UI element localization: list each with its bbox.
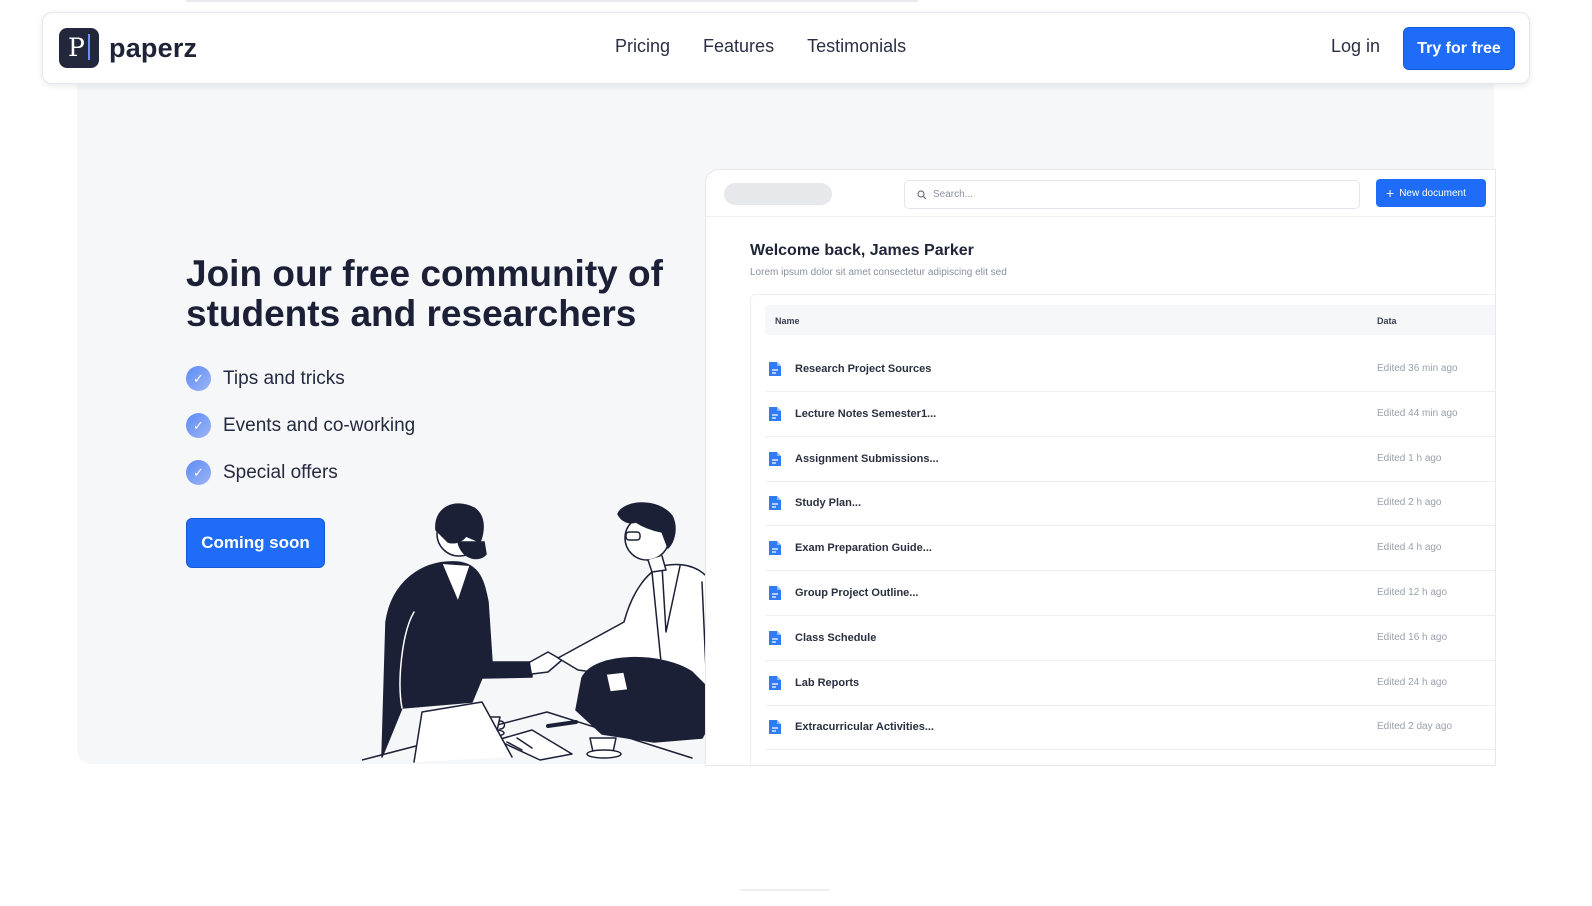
check-icon: ✓	[186, 413, 211, 438]
table-header: Name Data	[765, 305, 1495, 335]
document-icon	[769, 720, 781, 735]
feature-list: ✓ Tips and tricks ✓ Events and co-workin…	[186, 355, 415, 496]
document-edited: Edited 4 h ago	[1377, 542, 1442, 554]
table-row[interactable]: Exam Preparation Guide... Edited 4 h ago	[765, 526, 1495, 572]
nav-link-features[interactable]: Features	[703, 36, 774, 57]
feature-item: ✓ Events and co-working	[186, 402, 415, 449]
document-edited: Edited 36 min ago	[1377, 363, 1458, 374]
logo-cursor	[88, 34, 90, 60]
new-document-label: New document	[1399, 187, 1466, 199]
document-edited: Edited 24 h ago	[1377, 676, 1448, 688]
document-name: Study Plan...	[795, 497, 862, 510]
table-row[interactable]: Assignment Submissions... Edited 1 h ago	[765, 437, 1495, 482]
top-divider	[186, 0, 918, 2]
column-data: Data	[1377, 316, 1397, 326]
nav-link-pricing[interactable]: Pricing	[615, 36, 670, 57]
document-edited: Edited 44 min ago	[1377, 407, 1458, 419]
try-for-free-button[interactable]: Try for free	[1403, 27, 1515, 70]
table-row[interactable]: Research Project Sources Edited 36 min ag…	[765, 347, 1495, 392]
new-document-button[interactable]: + New document	[1376, 179, 1486, 207]
top-navbar: P paperz Pricing Features Testimonials L…	[42, 12, 1530, 84]
brand-logo[interactable]: P paperz	[59, 28, 197, 68]
column-name: Name	[775, 316, 800, 326]
document-edited: Edited 1 h ago	[1377, 452, 1442, 464]
search-placeholder: Search...	[933, 189, 974, 200]
document-name: Assignment Submissions...	[795, 452, 939, 465]
nav-link-testimonials[interactable]: Testimonials	[807, 36, 906, 57]
table-row[interactable]: Group Project Outline... Edited 12 h ago	[765, 571, 1495, 616]
handshake-illustration	[362, 502, 723, 763]
document-edited: Edited 2 h ago	[1377, 497, 1442, 509]
table-row[interactable]: Class Schedule Edited 16 h ago	[765, 616, 1495, 661]
document-name: Exam Preparation Guide...	[795, 542, 932, 555]
welcome-heading: Welcome back, James Parker	[750, 242, 974, 259]
app-toolbar: Search... + New document	[706, 170, 1495, 217]
document-name: Group Project Outline...	[795, 587, 919, 599]
document-icon	[769, 630, 781, 645]
welcome-subtitle: Lorem ipsum dolor sit amet consectetur a…	[750, 267, 1007, 278]
document-edited: Edited 12 h ago	[1377, 587, 1448, 598]
document-name: Class Schedule	[795, 631, 877, 644]
logo-letter: P	[68, 33, 85, 62]
check-icon: ✓	[186, 366, 211, 391]
plus-icon: +	[1386, 185, 1395, 201]
document-icon	[769, 675, 781, 690]
feature-label: Special offers	[223, 461, 338, 483]
documents-table: Name Data Research Project Sources Edited…	[750, 294, 1495, 765]
search-icon	[917, 189, 927, 199]
feature-label: Tips and tricks	[223, 367, 345, 389]
document-name: Lecture Notes Semester1...	[795, 407, 937, 420]
table-row[interactable]: Study Plan... Edited 2 h ago	[765, 481, 1495, 527]
document-edited: Edited 2 day ago	[1377, 721, 1453, 733]
document-name: Research Project Sources	[795, 363, 932, 375]
document-icon	[769, 541, 781, 556]
document-name: Lab Reports	[795, 676, 860, 689]
search-input[interactable]: Search...	[904, 180, 1360, 209]
hero-title: Join our free community of students and …	[186, 253, 663, 334]
document-edited: Edited 16 h ago	[1377, 631, 1448, 643]
main-nav: Pricing Features Testimonials	[615, 36, 906, 57]
coming-soon-button[interactable]: Coming soon	[186, 518, 325, 568]
login-link[interactable]: Log in	[1331, 36, 1380, 57]
document-icon	[769, 496, 781, 511]
placeholder-pill	[724, 183, 832, 205]
table-row[interactable]: Extracurricular Activities... Edited 2 da…	[765, 705, 1495, 751]
document-icon	[769, 362, 781, 376]
table-row[interactable]: Lecture Notes Semester1... Edited 44 min …	[765, 392, 1495, 437]
document-name: Extracurricular Activities...	[795, 721, 934, 734]
document-icon	[769, 406, 781, 421]
check-icon: ✓	[186, 460, 211, 485]
document-icon	[769, 586, 781, 600]
brand-name: paperz	[109, 32, 198, 63]
feature-label: Events and co-working	[223, 414, 416, 436]
logo-mark-icon: P	[59, 28, 99, 68]
feature-item: ✓ Tips and tricks	[186, 355, 415, 402]
feature-item: ✓ Special offers	[186, 449, 415, 496]
bottom-divider	[740, 889, 830, 891]
table-row[interactable]: Lab Reports Edited 24 h ago	[765, 661, 1495, 706]
app-preview: Search... + New document Welcome back, J…	[705, 169, 1496, 766]
document-icon	[769, 451, 781, 466]
